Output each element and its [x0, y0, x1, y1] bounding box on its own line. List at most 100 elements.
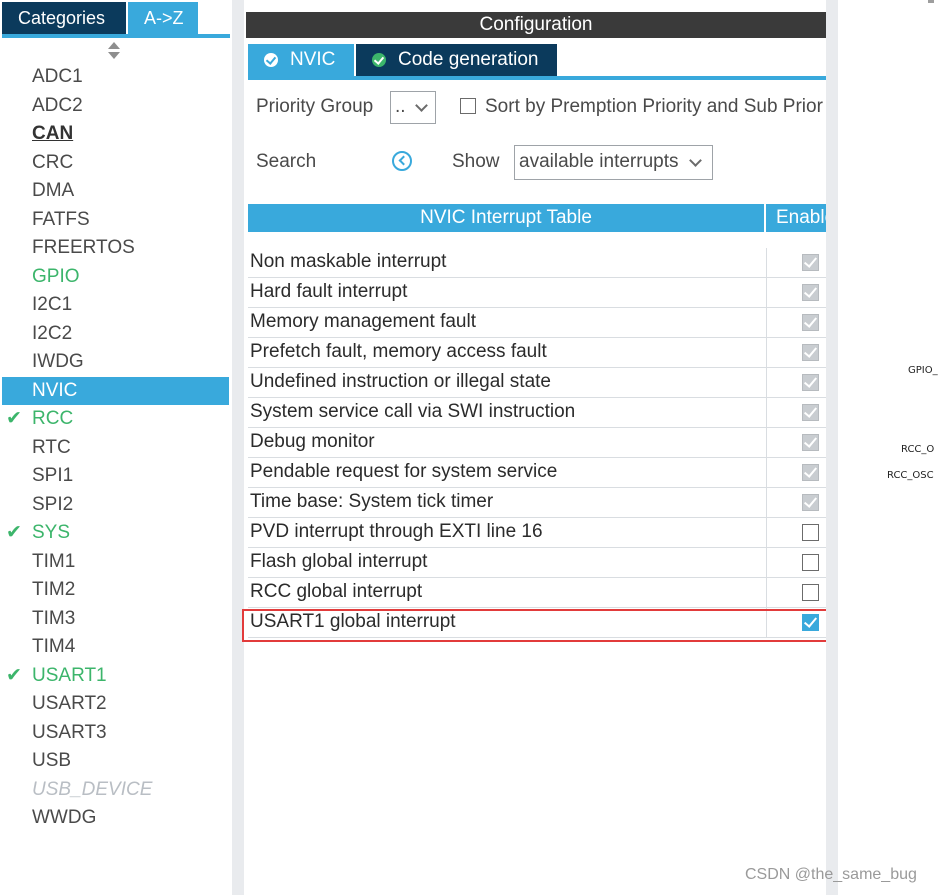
category-item-usart1[interactable]: ✔ USART1 — [2, 662, 229, 691]
category-item-i2c1[interactable]: I2C1 — [2, 291, 229, 320]
interrupt-table-header: NVIC Interrupt Table Enabled — [248, 204, 826, 232]
interrupt-name: Time base: System tick timer — [250, 491, 494, 512]
category-item-crc[interactable]: CRC — [2, 149, 229, 178]
checkmark-icon: ✔ — [6, 522, 22, 543]
tab-nvic[interactable]: NVIC — [248, 44, 354, 76]
category-item-usart2[interactable]: USART2 — [2, 690, 229, 719]
enabled-checkbox[interactable] — [802, 524, 819, 541]
category-item-rtc[interactable]: RTC — [2, 434, 229, 463]
category-item-label: SYS — [32, 522, 71, 543]
category-item-label: TIM1 — [32, 550, 76, 572]
column-header-interrupt[interactable]: NVIC Interrupt Table — [248, 204, 764, 232]
table-row[interactable]: PVD interrupt through EXTI line 16 — [248, 518, 826, 548]
tab-nvic-label: NVIC — [290, 49, 336, 70]
table-row[interactable]: Memory management fault — [248, 308, 826, 338]
table-row[interactable]: System service call via SWI instruction — [248, 398, 826, 428]
tab-a-to-z[interactable]: A->Z — [128, 2, 198, 34]
configuration-tabs: NVIC Code generation — [248, 44, 826, 80]
column-divider — [766, 308, 767, 338]
category-item-label: FATFS — [32, 208, 90, 230]
priority-group-select[interactable]: .. — [390, 91, 436, 124]
category-item-fatfs[interactable]: FATFS — [2, 206, 229, 235]
category-item-usb[interactable]: USB — [2, 747, 229, 776]
chevron-down-icon — [689, 154, 702, 167]
category-item-dma[interactable]: DMA — [2, 177, 229, 206]
category-item-gpio[interactable]: GPIO — [2, 263, 229, 292]
enabled-checkbox[interactable] — [802, 584, 819, 601]
category-item-adc1[interactable]: ADC1 — [2, 63, 229, 92]
category-item-label: TIM3 — [32, 607, 76, 629]
search-back-icon[interactable] — [392, 151, 412, 171]
category-item-label: USART3 — [32, 721, 107, 743]
category-item-tim2[interactable]: TIM2 — [2, 576, 229, 605]
category-item-label: IWDG — [32, 351, 84, 372]
interrupt-name: Hard fault interrupt — [250, 281, 408, 302]
category-item-label: USART1 — [32, 664, 107, 686]
column-divider — [766, 368, 767, 398]
category-item-sys[interactable]: ✔ SYS — [2, 519, 229, 548]
column-divider — [766, 488, 767, 518]
column-divider — [766, 458, 767, 488]
enabled-checkbox — [802, 494, 819, 511]
category-item-usb-device[interactable]: USB_DEVICE — [2, 776, 229, 805]
enabled-checkbox — [802, 404, 819, 421]
category-item-rcc[interactable]: ✔ RCC — [2, 405, 229, 434]
table-row[interactable]: Time base: System tick timer — [248, 488, 826, 518]
category-item-iwdg[interactable]: IWDG — [2, 348, 229, 377]
panel-splitter[interactable] — [232, 0, 244, 895]
category-item-spi2[interactable]: SPI2 — [2, 491, 229, 520]
pin-label-rcc-osc-out: RCC_OSC — [887, 470, 934, 481]
category-item-nvic[interactable]: NVIC — [2, 376, 229, 405]
column-divider — [766, 518, 767, 548]
category-item-label: SPI2 — [32, 493, 74, 515]
tab-categories[interactable]: Categories — [2, 2, 126, 34]
category-item-freertos[interactable]: FREERTOS — [2, 234, 229, 263]
category-item-tim4[interactable]: TIM4 — [2, 633, 229, 662]
scrollbar-corner — [928, 0, 934, 3]
category-item-label: USART2 — [32, 693, 107, 714]
sort-priority-checkbox[interactable] — [460, 98, 476, 114]
pin-label-rcc-osc-in: RCC_O — [901, 444, 935, 455]
pin-label-gpio: GPIO_ — [908, 365, 938, 376]
enabled-checkbox[interactable] — [802, 614, 819, 631]
table-row[interactable]: Pendable request for system service — [248, 458, 826, 488]
table-row[interactable]: Hard fault interrupt — [248, 278, 826, 308]
check-circle-icon — [264, 53, 278, 67]
table-row[interactable]: Undefined instruction or illegal state — [248, 368, 826, 398]
configuration-panel: Configuration NVIC Code generation Prior… — [244, 0, 826, 895]
interrupt-name: Undefined instruction or illegal state — [250, 371, 552, 392]
category-item-label: WWDG — [32, 807, 97, 828]
show-filter-select[interactable]: available interrupts — [514, 145, 713, 180]
column-divider — [766, 248, 767, 278]
table-row[interactable]: Flash global interrupt — [248, 548, 826, 578]
enabled-checkbox[interactable] — [802, 554, 819, 571]
category-item-tim3[interactable]: TIM3 — [2, 605, 229, 634]
enabled-checkbox — [802, 434, 819, 451]
table-row[interactable]: Non maskable interrupt — [248, 248, 826, 278]
table-row[interactable]: RCC global interrupt — [248, 578, 826, 608]
category-tabs: Categories A->Z — [0, 0, 232, 40]
table-row[interactable]: USART1 global interrupt — [248, 608, 826, 638]
category-item-can[interactable]: CAN — [2, 120, 229, 149]
enabled-checkbox — [802, 254, 819, 271]
table-row[interactable]: Debug monitor — [248, 428, 826, 458]
column-divider — [766, 608, 767, 638]
enabled-checkbox — [802, 374, 819, 391]
sort-arrows-icon[interactable] — [107, 42, 121, 60]
categories-panel: Categories A->Z ADC1 ADC2 CAN CRC DMA FATFS FR… — [0, 0, 232, 895]
table-row[interactable]: Prefetch fault, memory access fault — [248, 338, 826, 368]
category-item-spi1[interactable]: SPI1 — [2, 462, 229, 491]
category-item-adc2[interactable]: ADC2 — [2, 92, 229, 121]
category-item-tim1[interactable]: TIM1 — [2, 548, 229, 577]
enabled-checkbox — [802, 314, 819, 331]
category-item-usart3[interactable]: USART3 — [2, 719, 229, 748]
column-divider — [766, 428, 767, 458]
category-item-label: USB — [32, 750, 72, 771]
interrupt-name: PVD interrupt through EXTI line 16 — [250, 521, 543, 542]
panel-border — [826, 0, 838, 895]
category-item-wwdg[interactable]: WWDG — [2, 804, 229, 833]
tab-code-generation-label: Code generation — [398, 49, 539, 70]
column-header-enabled[interactable]: Enabled — [766, 204, 826, 232]
category-item-i2c2[interactable]: I2C2 — [2, 320, 229, 349]
tab-code-generation[interactable]: Code generation — [356, 44, 557, 76]
